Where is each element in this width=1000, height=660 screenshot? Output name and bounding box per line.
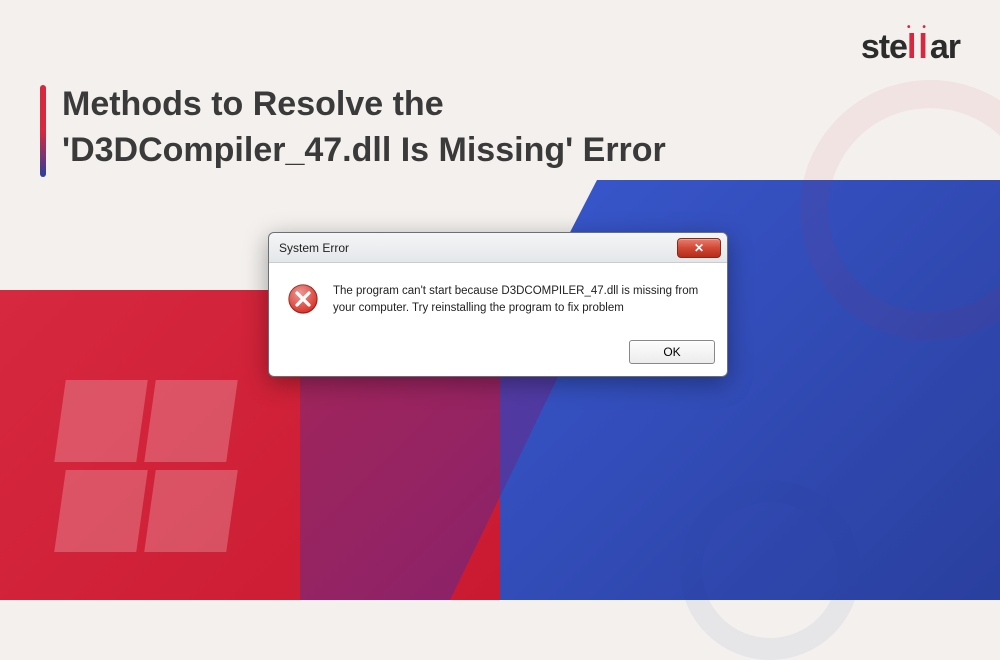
dialog-body: The program can't start because D3DCOMPI… [269,263,727,332]
ok-button-label: OK [663,345,680,359]
title-line-2: 'D3DCompiler_47.dll Is Missing' Error [62,128,666,174]
dialog-title: System Error [279,241,349,255]
dialog-titlebar[interactable]: System Error ✕ [269,233,727,263]
gear-decor-small [680,480,860,660]
dialog-message: The program can't start because D3DCOMPI… [333,283,709,316]
dialog-footer: OK [269,332,727,376]
windows-logo-icon [60,380,240,560]
close-icon: ✕ [694,242,704,254]
title-accent-bar [40,85,46,177]
title-line-1: Methods to Resolve the [62,82,666,128]
error-dialog: System Error ✕ The program can't start b… [268,232,728,377]
logo-part-mid: ll [907,28,930,67]
ok-button[interactable]: OK [629,340,715,364]
logo-part-left: ste [861,28,907,66]
brand-logo: stellar [861,28,960,67]
close-button[interactable]: ✕ [677,238,721,258]
page-title: Methods to Resolve the 'D3DCompiler_47.d… [62,82,666,174]
error-icon [287,283,319,315]
logo-part-right: ar [930,28,960,66]
